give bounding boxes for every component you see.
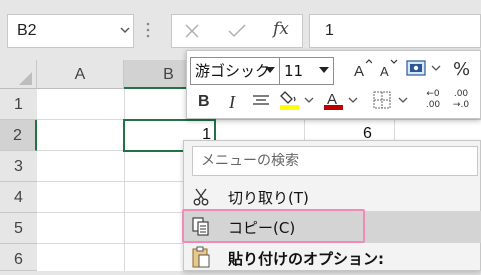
context-menu: メニューの検索 切り取り(T) コピー(C) 貼り付けのオプション: [183,140,481,271]
bold-button[interactable]: B [198,92,210,112]
decrease-decimal-top: .00 [453,89,469,99]
chevron-down-icon[interactable] [348,97,358,104]
row-header-2[interactable]: 2 [0,120,37,151]
column-header-a[interactable]: A [37,60,124,89]
chevron-down-icon[interactable] [431,65,441,72]
italic-button[interactable]: I [229,92,235,112]
menu-search-placeholder: メニューの検索 [201,153,299,169]
svg-text:A: A [380,64,389,79]
select-all-corner[interactable] [0,60,37,89]
row-header-6[interactable]: 6 [0,244,37,271]
increase-decimal-button[interactable]: ←0 .00 [421,89,445,111]
increase-decimal-top: ←0 [426,89,440,99]
insert-function-button[interactable]: fx [273,19,289,39]
menu-item-paste-options: 貼り付けのオプション: [184,243,481,271]
menu-item-label: 貼り付けのオプション: [228,250,384,268]
copy-highlight-annotation [182,209,365,243]
cancel-x-icon[interactable] [184,23,200,39]
borders-icon[interactable] [373,91,391,109]
chevron-down-icon[interactable] [120,25,130,35]
formula-input[interactable]: 1 [309,14,481,48]
formula-value: 1 [325,22,334,39]
row-header-3[interactable]: 3 [0,151,37,182]
decrease-decimal-bottom: →.0 [452,100,470,110]
name-box[interactable]: B2 [7,14,134,48]
paste-icon [192,246,210,268]
align-center-icon[interactable] [252,93,270,109]
name-box-value: B2 [17,22,37,39]
row-header-4[interactable]: 4 [0,182,37,213]
mini-toolbar: 游ゴシック 11 A A % B I A ←0 .00 .00 →.0 [186,50,481,119]
formula-tools: fx [171,14,303,48]
more-options-icon[interactable] [146,22,150,38]
fill-color-icon[interactable] [280,89,300,111]
chevron-down-icon[interactable] [398,97,408,104]
decrease-decimal-button[interactable]: .00 →.0 [449,89,473,111]
menu-item-label: 切り取り(T) [228,189,309,207]
chevron-down-icon[interactable] [265,67,275,74]
decrease-font-size-icon[interactable]: A [380,59,398,79]
font-color-icon[interactable]: A [324,89,344,111]
font-size-value: 11 [284,62,304,80]
chevron-down-icon[interactable] [319,67,329,74]
font-name-combo[interactable]: 游ゴシック [190,57,280,85]
menu-search-input[interactable]: メニューの検索 [192,146,478,176]
svg-text:A: A [354,63,364,79]
increase-decimal-bottom: .00 [425,100,441,110]
chevron-down-icon[interactable] [304,97,314,104]
check-icon[interactable] [228,23,246,39]
row-header-5[interactable]: 5 [0,213,37,244]
font-size-combo[interactable]: 11 [279,57,334,85]
increase-font-size-icon[interactable]: A [354,59,372,79]
accounting-format-icon[interactable] [406,59,428,79]
font-name-value: 游ゴシック [195,62,271,80]
scissors-icon [192,188,210,206]
percent-style-button[interactable]: % [453,60,470,80]
row-header-1[interactable]: 1 [0,89,37,120]
